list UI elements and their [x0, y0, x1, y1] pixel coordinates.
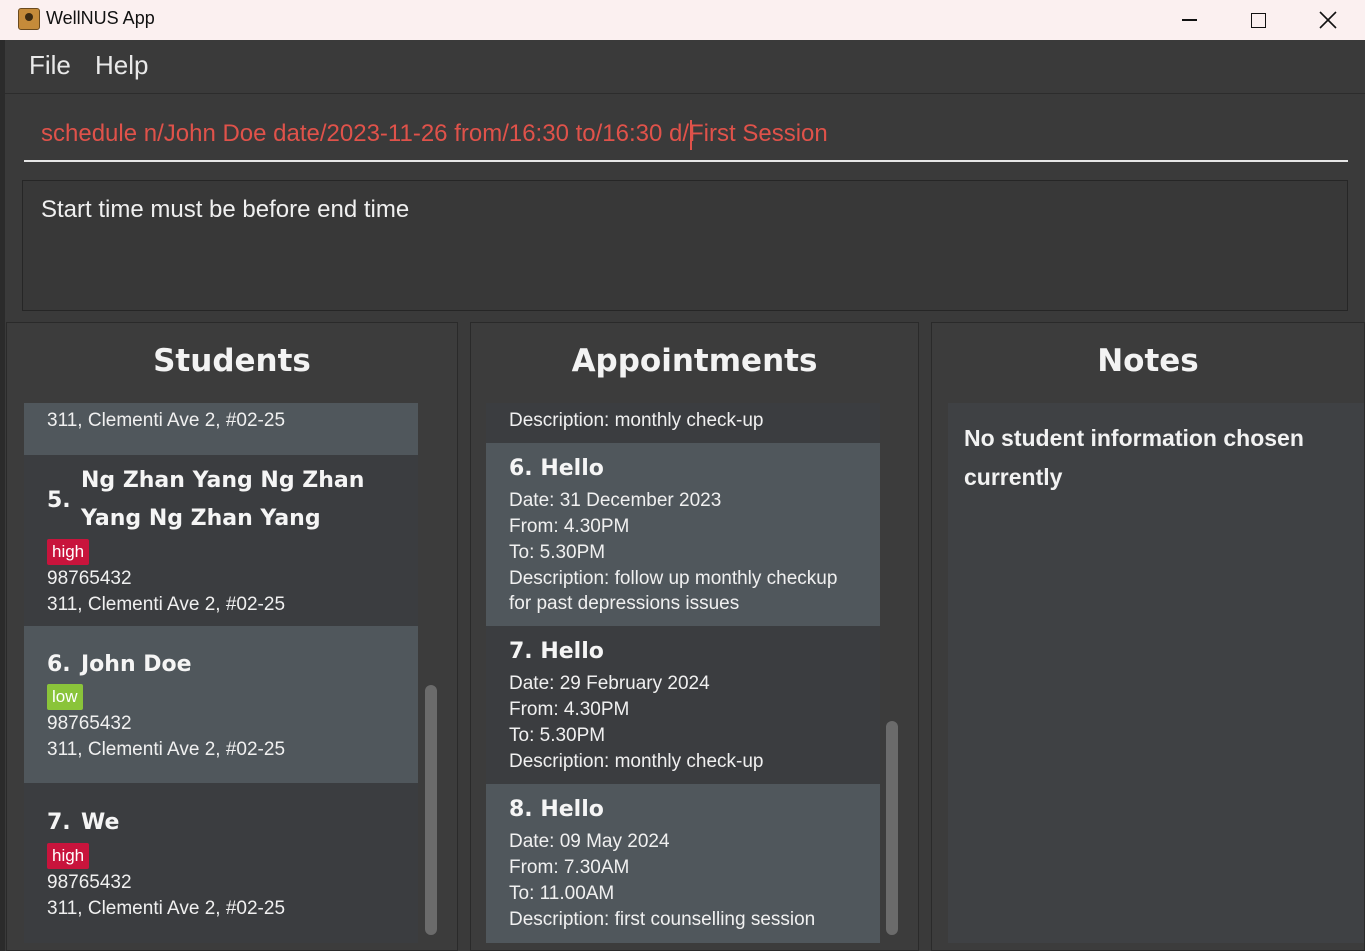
- close-button[interactable]: [1295, 0, 1361, 40]
- student-card-7[interactable]: 7. We high 98765432 311, Clementi Ave 2,…: [24, 783, 418, 943]
- appointment-description-cont: for past depressions issues: [509, 593, 740, 614]
- maximize-icon: [1250, 12, 1266, 28]
- appointment-date: Date: 29 February 2024: [509, 673, 710, 694]
- notes-title: Notes: [1097, 343, 1199, 379]
- appointment-card-7[interactable]: 7. Hello Date: 29 February 2024 From: 4.…: [486, 626, 880, 784]
- appointment-to: To: 5.30PM: [509, 725, 606, 746]
- notes-panel: Notes No student information chosen curr…: [931, 322, 1365, 951]
- close-icon: [1319, 11, 1337, 29]
- appointment-from: From: 7.30AM: [509, 857, 630, 878]
- student-name: Ng Zhan Yang Ng Zhan Yang Ng Zhan Yang: [81, 468, 365, 531]
- appointments-list[interactable]: Description: monthly check-up 6. Hello D…: [486, 403, 882, 943]
- appointments-panel: Appointments Description: monthly check-…: [470, 322, 919, 951]
- student-address: 311, Clementi Ave 2, #02-25: [47, 898, 286, 919]
- risk-tag-high: high: [47, 843, 90, 869]
- main-window: File Help Start time must be before end …: [5, 40, 1365, 951]
- menu-file[interactable]: File: [29, 50, 71, 81]
- students-panel: Students 311, Clementi Ave 2, #02-25 5. …: [6, 322, 458, 951]
- appointment-description: Description: follow up monthly checkup: [509, 568, 838, 589]
- student-card-6[interactable]: 6. John Doe low 98765432 311, Clementi A…: [24, 626, 418, 783]
- student-address: 311, Clementi Ave 2, #02-25: [47, 594, 286, 615]
- student-index: 6.: [47, 652, 71, 677]
- appointment-date: Date: 09 May 2024: [509, 831, 670, 852]
- appointment-card-partial[interactable]: Description: monthly check-up: [486, 403, 880, 443]
- risk-tag-low: low: [47, 684, 83, 710]
- students-scrollbar[interactable]: [425, 685, 437, 935]
- student-index: 5.: [47, 488, 71, 513]
- student-name: John Doe: [81, 652, 192, 677]
- student-card-5[interactable]: 5. Ng Zhan Yang Ng Zhan Yang Ng Zhan Yan…: [24, 455, 418, 626]
- menu-bar: File Help: [5, 40, 1365, 94]
- minimize-button[interactable]: [1156, 0, 1222, 40]
- appointment-title: 7. Hello: [509, 639, 604, 664]
- student-phone: 98765432: [47, 872, 132, 893]
- student-address: 311, Clementi Ave 2, #02-25: [47, 410, 286, 431]
- notes-area[interactable]: No student information chosen currently: [948, 403, 1364, 943]
- title-bar: WellNUS App: [0, 0, 1365, 40]
- student-phone: 98765432: [47, 568, 132, 589]
- appointment-to: To: 5.30PM: [509, 542, 606, 563]
- notes-empty-message: No student information chosen currently: [964, 425, 1304, 490]
- maximize-button[interactable]: [1225, 0, 1291, 40]
- student-phone: 98765432: [47, 713, 132, 734]
- appointment-to: To: 11.00AM: [509, 883, 615, 904]
- app-icon: [18, 8, 40, 30]
- student-card-partial[interactable]: 311, Clementi Ave 2, #02-25: [24, 403, 418, 455]
- appointment-title: 8. Hello: [509, 797, 604, 822]
- appointment-card-6[interactable]: 6. Hello Date: 31 December 2023 From: 4.…: [486, 443, 880, 626]
- text-caret: [690, 120, 692, 150]
- appointment-from: From: 4.30PM: [509, 699, 630, 720]
- students-list[interactable]: 311, Clementi Ave 2, #02-25 5. Ng Zhan Y…: [24, 403, 420, 943]
- student-index: 7.: [47, 810, 71, 835]
- appointment-card-8[interactable]: 8. Hello Date: 09 May 2024 From: 7.30AM …: [486, 784, 880, 943]
- student-address: 311, Clementi Ave 2, #02-25: [47, 739, 286, 760]
- appointments-title: Appointments: [571, 343, 818, 379]
- result-message: Start time must be before end time: [41, 196, 410, 223]
- risk-tag-high: high: [47, 539, 90, 565]
- result-display[interactable]: Start time must be before end time: [22, 180, 1348, 311]
- command-box: [24, 110, 1348, 162]
- command-input[interactable]: [24, 110, 1348, 158]
- appointment-date: Date: 31 December 2023: [509, 490, 722, 511]
- minimize-icon: [1181, 19, 1197, 21]
- appointment-description: Description: monthly check-up: [509, 410, 764, 431]
- appointment-from: From: 4.30PM: [509, 516, 630, 537]
- appointment-title: 6. Hello: [509, 456, 604, 481]
- window-title: WellNUS App: [46, 8, 155, 28]
- menu-help[interactable]: Help: [95, 50, 148, 81]
- students-title: Students: [153, 343, 311, 379]
- appointments-scrollbar[interactable]: [886, 721, 898, 935]
- appointment-description: Description: first counselling session: [509, 909, 816, 930]
- appointment-description: Description: monthly check-up: [509, 751, 764, 772]
- student-name: We: [81, 810, 120, 835]
